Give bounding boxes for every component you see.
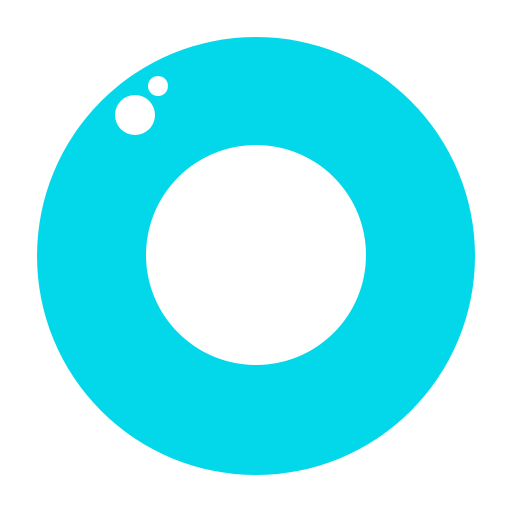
app-icon-canvas (0, 0, 512, 512)
ring-logo-icon (0, 0, 512, 512)
small-highlight-dot (148, 76, 168, 96)
center-hole (146, 145, 366, 365)
large-highlight-dot (115, 95, 155, 135)
